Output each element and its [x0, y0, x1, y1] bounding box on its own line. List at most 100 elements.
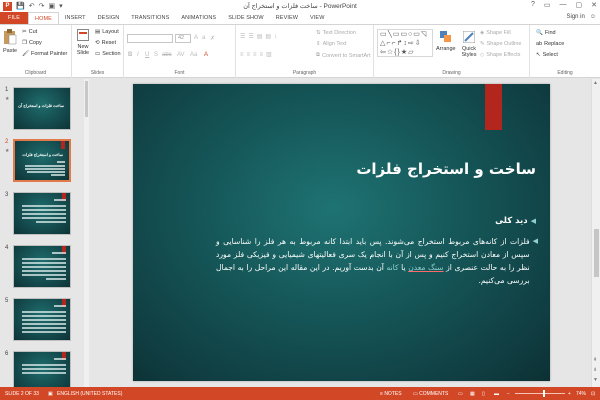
editor-scroll-thumb[interactable] — [594, 229, 599, 277]
zoom-slider-knob[interactable] — [543, 390, 545, 397]
slides-group: New Slide ▤ Layout ⟲ Reset ▭ Section Slides — [72, 25, 124, 78]
window-controls: ? ▭ — ▢ ✕ — [531, 1, 597, 9]
font-color-button[interactable]: A — [204, 52, 208, 58]
layout-button[interactable]: ▤ Layout — [95, 29, 119, 35]
slide-title[interactable]: ساخت و استخراج فلزات — [356, 160, 536, 178]
ribbon-display-button[interactable]: ▭ — [544, 1, 551, 9]
editor-scrollbar[interactable]: ▲ ⇞ ⇟ ▼ — [591, 79, 600, 387]
tab-view[interactable]: VIEW — [304, 12, 330, 24]
sign-in-link[interactable]: Sign in — [567, 14, 585, 20]
alignment-buttons[interactable]: ≡≡≡≡▥ — [240, 51, 275, 58]
arrange-button[interactable]: Arrange — [436, 31, 456, 52]
maximize-button[interactable]: ▢ — [576, 1, 583, 9]
reset-button[interactable]: ⟲ Reset — [95, 40, 116, 46]
shadow-button[interactable]: S — [154, 52, 158, 58]
slide-thumbnail[interactable] — [13, 298, 71, 341]
shapes-gallery[interactable]: ▭╲▭▭○▭◹ △⌐⌐↱↕⇨⇩ ⇦☆{}★▱ — [377, 29, 433, 57]
help-button[interactable]: ? — [531, 1, 535, 9]
slide-thumbnail[interactable]: ساخت فلزات و استخراج آن — [13, 87, 71, 130]
body-paragraph[interactable]: ◀ فلزات از کانه‌های مربوط استخراج می‌شون… — [216, 235, 538, 287]
char-spacing-button[interactable]: AV — [177, 52, 185, 58]
font-size-dropdown[interactable]: 42 — [175, 34, 191, 43]
normal-view-icon[interactable]: ▭ — [458, 391, 463, 397]
fit-slide-icon[interactable]: ⊡ — [591, 391, 595, 397]
reading-view-icon[interactable]: ▯ — [482, 391, 485, 397]
convert-smartart-button[interactable]: ⧉ Convert to SmartArt — [316, 52, 371, 59]
scroll-up-icon[interactable]: ▲ — [593, 80, 598, 86]
hyperlink-ore[interactable]: سنگ معدن — [408, 263, 443, 272]
tab-insert[interactable]: INSERT — [59, 12, 92, 24]
slide-thumbnail[interactable] — [13, 192, 71, 235]
tab-slide-show[interactable]: SLIDE SHOW — [222, 12, 270, 24]
tab-design[interactable]: DESIGN — [92, 12, 126, 24]
comments-button[interactable]: ▭ COMMENTS — [413, 391, 448, 397]
change-case-button[interactable]: Aa — [190, 52, 197, 58]
zoom-in-icon[interactable]: + — [568, 391, 571, 397]
cut-button[interactable]: ✂ Cut — [22, 29, 37, 35]
italic-button[interactable]: I — [137, 52, 139, 58]
find-icon: 🔍 — [536, 30, 543, 36]
shape-fill-button[interactable]: ◈ Shape Fill — [480, 30, 511, 36]
list-buttons[interactable]: ☰☰▤▤↕ — [240, 33, 280, 40]
clear-format-icon[interactable]: ✗ — [210, 35, 215, 42]
quick-styles-button[interactable]: Quick Styles — [459, 31, 479, 58]
text-direction-button[interactable]: ⇅ Text Direction — [316, 30, 356, 36]
grow-font-icon[interactable]: A — [194, 35, 198, 41]
paste-button[interactable]: Paste — [3, 29, 17, 54]
thumbnail-text-line — [22, 270, 66, 272]
shape-effects-label: Shape Effects — [486, 52, 521, 58]
bold-button[interactable]: B — [128, 52, 132, 58]
hyperlink-mineral[interactable]: کانه — [386, 263, 398, 272]
tab-transitions[interactable]: TRANSITIONS — [125, 12, 175, 24]
language-indicator[interactable]: ENGLISH (UNITED STATES) — [57, 391, 122, 397]
font-name-dropdown[interactable] — [127, 34, 173, 43]
thumbnails-scrollbar[interactable] — [84, 79, 89, 387]
shape-outline-button[interactable]: ✎ Shape Outline — [480, 41, 521, 47]
spellcheck-icon[interactable]: ▣ — [48, 391, 53, 397]
thumbnail-text-line — [51, 174, 65, 176]
tab-review[interactable]: REVIEW — [270, 12, 304, 24]
bullet-heading[interactable]: ◀ دید کلی — [495, 216, 536, 226]
new-slide-button[interactable]: New Slide — [74, 29, 92, 56]
zoom-level[interactable]: 74% — [576, 391, 586, 397]
thumbnail-text-line — [52, 252, 66, 254]
slide-thumbnail[interactable] — [13, 351, 71, 387]
select-button[interactable]: ↖ Select — [536, 52, 558, 58]
align-text-button[interactable]: ⇕ Align Text — [316, 41, 346, 47]
thumbnail-row[interactable]: 2 ★ ساخت و استخراج فلزات — [0, 139, 90, 187]
tab-animations[interactable]: ANIMATIONS — [175, 12, 222, 24]
thumbnail-row[interactable]: 4 — [0, 245, 90, 293]
thumbnail-row[interactable]: 5 — [0, 298, 90, 346]
slide-thumbnail[interactable] — [13, 245, 71, 288]
find-button[interactable]: 🔍 Find — [536, 30, 556, 36]
underline-button[interactable]: U — [145, 52, 149, 58]
thumbnail-row[interactable]: 3 — [0, 192, 90, 240]
smiley-feedback-icon[interactable]: ☺ — [590, 14, 596, 20]
close-button[interactable]: ✕ — [591, 1, 597, 9]
tab-home[interactable]: HOME — [28, 12, 59, 24]
minimize-button[interactable]: — — [560, 1, 567, 9]
zoom-out-icon[interactable]: − — [507, 391, 510, 397]
thumbnail-row[interactable]: 6 — [0, 351, 90, 387]
slide-sorter-icon[interactable]: ▦ — [470, 391, 475, 397]
scroll-down-icon[interactable]: ▼ — [593, 377, 598, 383]
shape-effects-button[interactable]: ◇ Shape Effects — [480, 52, 520, 58]
thumbnail-text-line — [22, 319, 66, 321]
section-button[interactable]: ▭ Section — [95, 51, 121, 57]
format-painter-button[interactable]: 🖌 Format Painter — [22, 51, 67, 57]
prev-slide-icon[interactable]: ⇞ — [593, 357, 597, 363]
thumbnail-row[interactable]: 1 ★ ساخت فلزات و استخراج آن — [0, 87, 90, 135]
strikethrough-button[interactable]: abc — [162, 52, 172, 58]
copy-button[interactable]: ❐ Copy — [22, 40, 42, 46]
zoom-slider[interactable] — [515, 393, 565, 394]
slide-thumbnail-selected[interactable]: ساخت و استخراج فلزات — [13, 139, 71, 182]
tab-file[interactable]: FILE — [0, 12, 29, 24]
next-slide-icon[interactable]: ⇟ — [593, 367, 597, 373]
slideshow-view-icon[interactable]: ▬ — [494, 391, 499, 397]
thumbnails-scroll-thumb[interactable] — [85, 81, 88, 117]
slide-thumbnails-pane[interactable]: 1 ★ ساخت فلزات و استخراج آن 2 ★ ساخت و ا… — [0, 79, 90, 387]
slide-canvas[interactable]: ساخت و استخراج فلزات ◀ دید کلی ◀ فلزات ا… — [133, 84, 550, 381]
notes-button[interactable]: ≡ NOTES — [380, 391, 402, 397]
replace-button[interactable]: ab Replace — [536, 41, 564, 47]
shrink-font-icon[interactable]: a — [202, 35, 205, 41]
